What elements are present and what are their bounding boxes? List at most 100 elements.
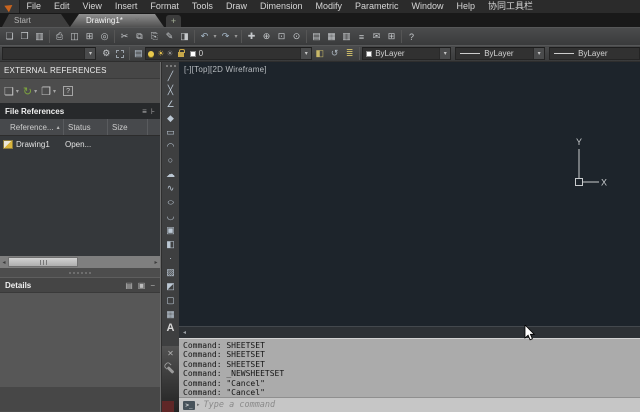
polyline-icon[interactable]: ∠ (163, 97, 179, 111)
color-dropdown[interactable]: ByLayer ▾ (362, 47, 451, 60)
tree-view-icon[interactable]: ⊦ (151, 107, 155, 116)
column-reference[interactable]: Reference... ▴ (0, 119, 64, 135)
archive-icon[interactable]: ❐ (41, 85, 51, 98)
menu-item[interactable]: Insert (108, 0, 144, 13)
wrench-icon[interactable] (167, 366, 175, 374)
new-drawing-tab-button[interactable]: + (166, 15, 181, 27)
zoom-realtime-icon[interactable]: ⊕ (259, 29, 274, 44)
new-file-icon[interactable]: ❏ (2, 29, 17, 44)
circle-icon[interactable]: ○ (163, 153, 179, 167)
scroll-right-icon[interactable]: ▸ (152, 259, 160, 266)
viewport-controls-label[interactable]: [-][Top][2D Wireframe] (184, 65, 267, 74)
region-icon[interactable]: ▢ (163, 293, 179, 307)
preview-view-icon[interactable]: ▣ (138, 281, 146, 290)
refresh-dropdown-icon[interactable]: ▾ (34, 88, 37, 95)
hatch-icon[interactable]: ▨ (163, 265, 179, 279)
drawing-area[interactable]: [-][Top][2D Wireframe] Y X (179, 62, 640, 326)
quickcalc-icon[interactable]: ⊞ (384, 29, 399, 44)
construction-line-icon[interactable]: ╳ (163, 83, 179, 97)
copy-icon[interactable]: ⧉ (132, 29, 147, 44)
list-view-icon[interactable]: ≡ (142, 107, 147, 116)
save-icon[interactable]: ▥ (32, 29, 47, 44)
arc-icon[interactable]: ◠ (163, 139, 179, 153)
layer-vp-freeze-icon[interactable]: ☀ (166, 49, 173, 58)
archive-dropdown-icon[interactable]: ▾ (53, 88, 56, 95)
undo-icon[interactable]: ↶ (197, 29, 212, 44)
prompt-dropdown-icon[interactable]: ▸ (197, 402, 200, 408)
splitter-grip[interactable] (0, 268, 160, 277)
column-status[interactable]: Status (64, 119, 108, 135)
plot-icon[interactable]: ⎙ (52, 29, 67, 44)
palette-title-bar[interactable]: EXTERNAL REFERENCES (0, 62, 160, 79)
ellipse-arc-icon[interactable]: ◡ (163, 209, 179, 223)
line-icon[interactable]: ╱ (163, 69, 179, 83)
customization-icon[interactable] (113, 46, 127, 61)
menu-item[interactable]: 协同工具栏 (482, 0, 540, 13)
layer-lock-icon[interactable] (178, 52, 184, 57)
scrollbar-thumb[interactable] (8, 257, 78, 267)
redo-icon[interactable]: ↷ (218, 29, 233, 44)
menu-item[interactable]: Edit (48, 0, 77, 13)
attach-dropdown-icon[interactable]: ▾ (16, 88, 19, 95)
sheetset-manager-icon[interactable]: ≡ (354, 29, 369, 44)
insert-block-icon[interactable]: ▣ (163, 223, 179, 237)
design-center-icon[interactable]: ▦ (324, 29, 339, 44)
command-history[interactable]: Command: SHEETSETCommand: SHEETSETComman… (179, 339, 640, 397)
linetype-dropdown[interactable]: ByLayer ▾ (455, 47, 545, 60)
application-menu-button[interactable] (0, 0, 20, 13)
redo-dropdown-icon[interactable]: ▾ (233, 29, 239, 44)
mtext-icon[interactable]: A (163, 321, 179, 335)
palette-horizontal-scrollbar[interactable]: ◂ ▸ (0, 256, 160, 268)
make-current-layer-icon[interactable]: ◧ (312, 46, 327, 61)
tool-palettes-icon[interactable]: ▥ (339, 29, 354, 44)
chevron-down-icon[interactable]: ▾ (300, 48, 311, 59)
menu-item[interactable]: Parametric (349, 0, 406, 13)
lineweight-dropdown[interactable]: ByLayer (549, 47, 640, 60)
open-file-icon[interactable]: ❒ (17, 29, 32, 44)
publish-icon[interactable]: ◎ (97, 29, 112, 44)
menu-item[interactable]: Draw (219, 0, 253, 13)
tab-close-icon[interactable]: × (135, 16, 140, 25)
block-editor-icon[interactable]: ◨ (177, 29, 192, 44)
chevron-down-icon[interactable]: ▾ (533, 48, 544, 59)
menu-item[interactable]: File (20, 0, 48, 13)
spline-icon[interactable]: ∿ (163, 181, 179, 195)
menu-item[interactable]: Modify (309, 0, 349, 13)
gradient-icon[interactable]: ◩ (163, 279, 179, 293)
layer-previous-icon[interactable]: ↺ (327, 46, 342, 61)
layer-on-icon[interactable] (148, 51, 154, 57)
tab-start[interactable]: Start (2, 14, 70, 27)
properties-icon[interactable]: ▤ (309, 29, 324, 44)
menu-item[interactable]: View (76, 0, 108, 13)
command-input-row[interactable]: >_ ▸ Type a command (179, 397, 640, 412)
attach-icon[interactable]: ❏ (4, 85, 14, 98)
menu-item[interactable]: Help (450, 0, 482, 13)
chevron-down-icon[interactable]: ▾ (84, 48, 95, 59)
zoom-previous-icon[interactable]: ⊙ (289, 29, 304, 44)
ellipse-icon[interactable]: ○ (159, 195, 183, 209)
plot-preview-icon[interactable]: ◫ (67, 29, 82, 44)
collapse-icon[interactable]: − (150, 281, 155, 290)
point-icon[interactable]: ∙ (163, 251, 179, 265)
help-icon[interactable]: ? (63, 86, 73, 96)
help-icon[interactable]: ? (404, 29, 419, 44)
layer-states-icon[interactable]: ≣ (342, 46, 357, 61)
layer-dropdown[interactable]: ☀ ☀ 0 ▾ (145, 47, 312, 60)
menu-item[interactable]: Tools (185, 0, 219, 13)
tab-drawing1[interactable]: Drawing1* × (70, 14, 164, 27)
paste-icon[interactable]: ⎘ (147, 29, 162, 44)
match-properties-icon[interactable]: ✎ (162, 29, 177, 44)
drawing-scrollbar[interactable]: ◂ (179, 326, 640, 338)
zoom-window-icon[interactable]: ⊡ (274, 29, 289, 44)
revision-cloud-icon[interactable]: ☁ (163, 167, 179, 181)
workspace-dropdown[interactable]: ▾ (2, 47, 96, 60)
polygon-icon[interactable]: ◆ (163, 111, 179, 125)
markup-icon[interactable]: ✉ (369, 29, 384, 44)
chevron-down-icon[interactable]: ▾ (439, 48, 450, 59)
batch-plot-icon[interactable]: ⊞ (82, 29, 97, 44)
menu-item[interactable]: Dimension (253, 0, 309, 13)
file-reference-row[interactable]: Drawing1 Open... (0, 136, 160, 152)
command-input-placeholder[interactable]: Type a command (204, 400, 276, 410)
pan-icon[interactable]: ✚ (244, 29, 259, 44)
create-block-icon[interactable]: ◧ (163, 237, 179, 251)
